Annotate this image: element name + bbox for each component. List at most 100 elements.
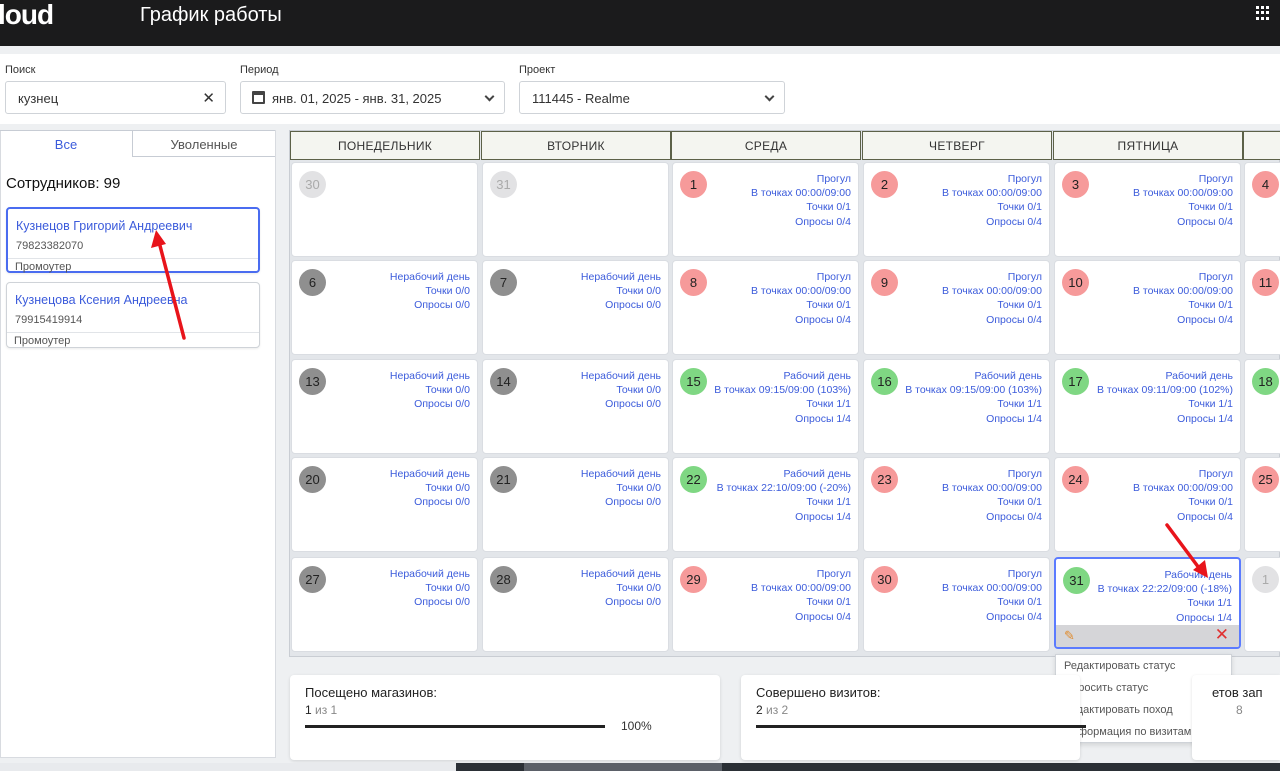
project-select[interactable]: 111445 - Realme [519,81,785,114]
calendar-day-cell[interactable]: 11 [1244,260,1280,355]
day-status-line: В точках 22:10/09:00 (-20%) [716,482,851,495]
stat-title: етов зап [1212,685,1263,700]
calendar-day-cell[interactable]: 30 [291,162,478,257]
day-number: 23 [871,466,898,493]
calendar-day-cell[interactable]: 18 [1244,359,1280,454]
day-number: 3 [1062,171,1089,198]
day-status-line: Опросы 0/0 [414,299,470,312]
calendar-day-cell[interactable]: 4 [1244,162,1280,257]
app-logo[interactable]: loud [0,0,54,30]
calendar-day-cell[interactable]: 14 Нерабочий день Точки 0/0 Опросы 0/0 [482,359,669,454]
calendar-day-cell[interactable]: 29 Прогул В точках 00:00/09:00 Точки 0/1 Опр… [672,557,859,652]
day-status-line: В точках 00:00/09:00 [942,285,1042,298]
menu-item-edit-status[interactable]: Редактировать статус [1064,660,1175,672]
day-number: 2 [871,171,898,198]
day-number: 29 [680,566,707,593]
calendar-day-cell[interactable]: 17 Рабочий день В точках 09:11/09:00 (102%… [1054,359,1241,454]
day-status-line: Опросы 0/0 [605,398,661,411]
day-status-line: Точки 0/0 [616,482,661,495]
calendar-day-cell[interactable]: 7 Нерабочий день Точки 0/0 Опросы 0/0 [482,260,669,355]
day-number: 17 [1062,368,1089,395]
day-status-line: Точки 0/0 [616,384,661,397]
calendar-day-cell[interactable]: 2 Прогул В точках 00:00/09:00 Точки 0/1 Опро… [863,162,1050,257]
chevron-down-icon [484,91,495,102]
tab-all[interactable]: Все [0,130,133,157]
day-status-info: Прогул В точках 00:00/09:00 Точки 0/1 Опрос… [1133,172,1233,229]
period-select[interactable]: янв. 01, 2025 - янв. 31, 2025 [240,81,505,114]
calendar-day-cell[interactable]: 1 [1244,557,1280,652]
day-status-info: Нерабочий день Точки 0/0 Опросы 0/0 [390,270,470,313]
employee-card[interactable]: Кузнецов Григорий Андреевич 79823382070 … [6,207,260,273]
calendar-icon [252,91,265,104]
calendar-day-cell[interactable]: 22 Рабочий день В точках 22:10/09:00 (-20%… [672,457,859,552]
calendar-day-cell[interactable]: 21 Нерабочий день Точки 0/0 Опросы 0/0 [482,457,669,552]
day-status-line: Нерабочий день [389,271,470,283]
day-number: 11 [1252,269,1279,296]
close-icon[interactable]: ✕ [1215,625,1229,645]
employee-role: Промоутер [7,332,259,347]
calendar-day-cell[interactable]: 16 Рабочий день В точках 09:15/09:00 (103%… [863,359,1050,454]
day-header: ПОНЕДЕЛЬНИК [290,131,480,160]
calendar-day-cell[interactable]: 1 Прогул В точках 00:00/09:00 Точки 0/1 Опро… [672,162,859,257]
calendar-day-cell[interactable]: 30 Прогул В точках 00:00/09:00 Точки 0/1 Опр… [863,557,1050,652]
search-input-value: кузнец [18,91,59,106]
day-status-line: Нерабочий день [580,271,661,283]
employee-phone: 79823382070 [16,240,84,252]
calendar-day-cell[interactable]: 24 Прогул В точках 00:00/09:00 Точки 0/1 Опр… [1054,457,1241,552]
apps-grid-icon[interactable] [1256,6,1270,20]
day-status-line: Опросы 0/4 [795,610,851,623]
calendar-day-cell[interactable]: 25 [1244,457,1280,552]
day-status-info: Нерабочий день Точки 0/0 Опросы 0/0 [390,369,470,412]
employee-card[interactable]: Кузнецова Ксения Андреевна 79915419914 П… [6,282,260,348]
menu-item-edit-visit[interactable]: Редактировать поход [1064,704,1173,716]
day-number: 13 [299,368,326,395]
day-number: 10 [1062,269,1089,296]
pencil-icon[interactable]: ✎ [1064,628,1075,644]
day-number: 1 [680,171,707,198]
stat-value: 1 из 1 [305,703,338,717]
calendar-day-cell[interactable]: 23 Прогул В точках 00:00/09:00 Точки 0/1 Опр… [863,457,1050,552]
annotation-arrow-icon [1165,523,1208,578]
day-status-line: Опросы 1/4 [986,412,1042,425]
day-status-info: Прогул В точках 00:00/09:00 Точки 0/1 Опрос… [751,567,851,624]
day-status-line: Прогул [1007,271,1042,283]
stat-card-visits: Совершено визитов: 2 из 2 [741,675,1086,760]
calendar-day-cell[interactable]: 31 [482,162,669,257]
calendar-day-cell[interactable]: 9 Прогул В точках 00:00/09:00 Точки 0/1 Опро… [863,260,1050,355]
day-status-info: Прогул В точках 00:00/09:00 Точки 0/1 Опрос… [942,172,1042,229]
calendar-day-cell[interactable]: 27 Нерабочий день Точки 0/0 Опросы 0/0 [291,557,478,652]
day-number: 20 [299,466,326,493]
calendar-day-cell[interactable]: 28 Нерабочий день Точки 0/0 Опросы 0/0 [482,557,669,652]
day-status-line: Прогул [1007,173,1042,185]
calendar-day-cell[interactable]: 8 Прогул В точках 00:00/09:00 Точки 0/1 Опро… [672,260,859,355]
tab-fired[interactable]: Уволенные [133,130,275,157]
calendar-day-cell[interactable]: 31 Рабочий день В точках 22:22/09:00 (-18%… [1054,557,1241,649]
day-status-line: В точках 09:11/09:00 (102%) [1097,384,1233,397]
calendar-day-cell[interactable]: 15 Рабочий день В точках 09:15/09:00 (103%… [672,359,859,454]
day-status-line: В точках 00:00/09:00 [1133,285,1233,298]
day-status-line: Рабочий день [974,370,1042,382]
day-status-line: Точки 1/1 [806,496,851,509]
search-label: Поиск [5,64,36,76]
employees-count: Сотрудников: 99 [6,175,121,192]
calendar-day-cell[interactable]: 13 Нерабочий день Точки 0/0 Опросы 0/0 [291,359,478,454]
day-status-info: Прогул В точках 00:00/09:00 Точки 0/1 Опрос… [1133,270,1233,327]
day-status-line: Опросы 0/4 [1177,215,1233,228]
day-number: 21 [490,466,517,493]
clear-search-icon[interactable]: ✕ [202,89,215,107]
day-status-line: Прогул [1198,468,1233,480]
day-status-info: Рабочий день В точках 09:11/09:00 (102%) Т… [1097,369,1233,426]
annotation-arrow-icon [151,230,186,340]
day-header: ВТОРНИК [481,131,671,160]
day-header: ЧЕТВЕРГ [862,131,1052,160]
day-status-line: В точках 00:00/09:00 [942,582,1042,595]
calendar-day-cell[interactable]: 10 Прогул В точках 00:00/09:00 Точки 0/1 Опр… [1054,260,1241,355]
day-status-line: Опросы 0/4 [986,510,1042,523]
calendar-day-cell[interactable]: 6 Нерабочий день Точки 0/0 Опросы 0/0 [291,260,478,355]
day-status-line: Рабочий день [783,370,851,382]
search-input[interactable]: кузнец ✕ [5,81,226,114]
day-status-line: В точках 00:00/09:00 [751,187,851,200]
day-status-line: Опросы 1/4 [1176,611,1232,624]
calendar-day-cell[interactable]: 20 Нерабочий день Точки 0/0 Опросы 0/0 [291,457,478,552]
calendar-day-cell[interactable]: 3 Прогул В точках 00:00/09:00 Точки 0/1 Опро… [1054,162,1241,257]
